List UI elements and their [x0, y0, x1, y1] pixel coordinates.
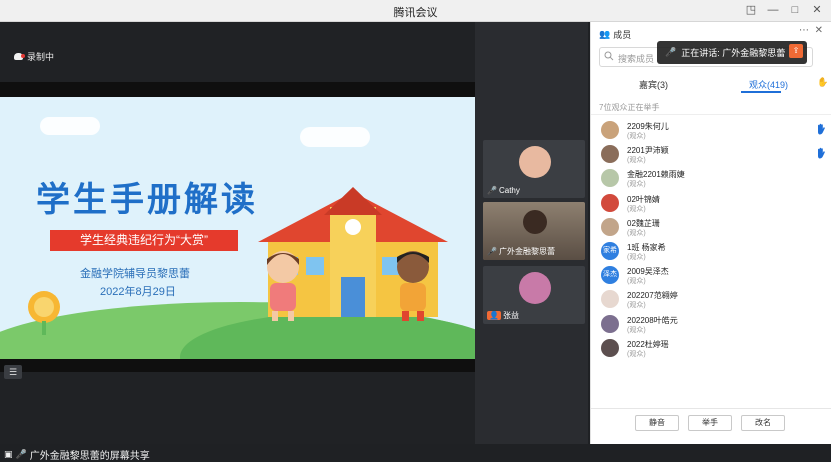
list-item[interactable]: 02魏芷珊 (观众)	[601, 215, 826, 239]
share-invite-icon[interactable]: ⇪	[789, 44, 803, 58]
close-icon[interactable]: ✕	[815, 25, 823, 36]
avatar	[601, 193, 619, 212]
presentation-slide: 学生手册解读 学生经典违纪行为“大赏” 金融学院辅导员黎思蕾 2022年8月29…	[0, 97, 475, 359]
avatar	[601, 290, 619, 309]
avatar: 家希	[601, 241, 619, 260]
cloud-record-icon	[14, 53, 25, 60]
list-item[interactable]: 02叶锦婧 (观众)	[601, 191, 826, 215]
speaking-tooltip: 🎤 正在讲话: 广外金融黎思蕾	[657, 41, 807, 64]
raise-hand-button[interactable]: 举手	[688, 415, 732, 431]
minimize-icon[interactable]: —	[765, 2, 781, 18]
close-icon[interactable]: ✕	[809, 2, 825, 18]
mic-icon: 🎤	[487, 247, 497, 256]
tile-name: 广外金融黎思蕾	[498, 247, 555, 256]
mic-icon: 🎤	[665, 47, 677, 57]
raised-hand-icon	[818, 123, 825, 135]
recording-label: 录制中	[27, 52, 55, 62]
girl-character-illustration	[267, 251, 299, 321]
screen-share-icon: ▣	[4, 449, 13, 459]
video-tile[interactable]: 🎤 Cathy	[483, 140, 585, 198]
avatar	[601, 145, 619, 164]
participant-role: (观众)	[627, 350, 646, 358]
maximize-icon[interactable]: □	[787, 2, 803, 18]
search-placeholder: 搜索成员	[618, 54, 655, 64]
list-item[interactable]: 2022杜婷瑶 (观众)	[601, 336, 826, 360]
list-item[interactable]: 泽杰 2009吴泽杰 (观众)	[601, 263, 826, 287]
participant-role: (观众)	[627, 181, 646, 189]
participant-list: 2209朱何儿 (观众) 2201尹沛颖 (观众) 金融2201赖雨婕 (观众) 02叶锦婧…	[601, 118, 826, 360]
avatar	[601, 169, 619, 188]
avatar	[519, 146, 551, 178]
pin-icon[interactable]: ◳	[743, 2, 759, 18]
participant-role: (观众)	[627, 205, 646, 213]
rename-button[interactable]: 改名	[741, 415, 785, 431]
tab-guests[interactable]: 嘉宾(3)	[639, 78, 668, 91]
participant-role: (观众)	[627, 157, 646, 165]
boy-character-illustration	[397, 251, 429, 321]
search-icon	[604, 51, 614, 61]
panel-title: 成员	[613, 30, 632, 40]
title-bar: 腾讯会议 ◳ — □ ✕	[0, 0, 831, 22]
cloud-decoration	[300, 127, 370, 147]
participant-role: (观众)	[627, 326, 646, 334]
video-tile[interactable]: 👤 张益	[483, 266, 585, 324]
raised-hand-icon	[818, 147, 825, 159]
sunflower-illustration	[28, 291, 60, 335]
divider	[591, 114, 831, 115]
participant-role: (观众)	[627, 302, 646, 310]
screen-share-label: ▣ 🎤 广外金融黎思蕾的屏幕共享	[4, 447, 150, 462]
list-item[interactable]: 2209朱何儿 (观众)	[601, 118, 826, 142]
participant-role: (观众)	[627, 133, 646, 140]
participant-role: (观众)	[627, 253, 646, 261]
tile-name: 张益	[502, 311, 519, 320]
participant-role: (观众)	[627, 278, 646, 286]
avatar	[601, 338, 619, 357]
hand-icon[interactable]: ✋	[817, 77, 828, 88]
recording-indicator[interactable]: 录制中	[14, 50, 54, 63]
member-tabs: 嘉宾(3) 观众(419) ✋	[591, 74, 831, 94]
tab-audience[interactable]: 观众(419)	[749, 78, 788, 91]
screen-share-owner: 广外金融黎思蕾的屏幕共享	[29, 451, 150, 462]
panel-footer: 静音 举手 改名	[591, 408, 831, 444]
slide-subtitle: 金融学院辅导员黎思蕾	[80, 268, 190, 280]
tile-name: Cathy	[498, 186, 520, 195]
avatar	[523, 210, 547, 234]
list-item[interactable]: 202208叶皓元 (观众)	[601, 312, 826, 336]
window-controls: ◳ — □ ✕	[743, 2, 825, 18]
slide-list-button[interactable]: ☰	[4, 365, 22, 379]
shared-content: 学生手册解读 学生经典违纪行为“大赏” 金融学院辅导员黎思蕾 2022年8月29…	[0, 82, 475, 379]
participant-role: (观众)	[627, 229, 646, 237]
list-item[interactable]: 2201尹沛颖 (观众)	[601, 142, 826, 166]
speaking-text: 正在讲话: 广外金融黎思蕾	[681, 48, 786, 58]
list-item[interactable]: 202207范翱婷 (观众)	[601, 287, 826, 311]
avatar	[601, 314, 619, 333]
video-tiles-column: 🎤 Cathy 🎤 广外金融黎思蕾 👤 张益	[475, 22, 588, 444]
slide-date: 2022年8月29日	[100, 286, 176, 298]
window-title: 腾讯会议	[393, 7, 438, 19]
members-panel: 👥 成员 ⋯ ✕ 搜索成员 🎤 正在讲话: 广外金融黎思蕾 ⇪ 嘉宾(3) 观众…	[590, 22, 831, 444]
panel-header: 👥 成员	[599, 28, 631, 41]
avatar	[519, 272, 551, 304]
active-tab-indicator	[741, 91, 781, 93]
more-icon[interactable]: ⋯	[799, 25, 809, 36]
shared-screen-stage: 录制中 学生手册解读 学生经典违纪行为“大赏” 金融学院辅导员黎思蕾 2022年…	[0, 22, 475, 462]
mic-icon: 🎤	[487, 186, 497, 195]
list-item[interactable]: 家希 1班 杨家希 (观众)	[601, 239, 826, 263]
list-item[interactable]: 金融2201赖雨婕 (观众)	[601, 166, 826, 190]
slide-ribbon: 学生经典违纪行为“大赏”	[50, 230, 238, 251]
mute-button[interactable]: 静音	[635, 415, 679, 431]
avatar	[601, 121, 619, 139]
avatar	[601, 217, 619, 236]
slide-title: 学生手册解读	[36, 180, 258, 220]
cloud-decoration	[40, 117, 100, 135]
avatar: 泽杰	[601, 266, 619, 285]
user-icon: 👤	[487, 311, 501, 320]
raise-hand-notice[interactable]: 7位观众正在举手	[599, 102, 659, 113]
video-tile[interactable]: 🎤 广外金融黎思蕾	[483, 202, 585, 260]
members-icon: 👥	[599, 29, 611, 39]
mic-icon: 🎤	[15, 449, 27, 459]
